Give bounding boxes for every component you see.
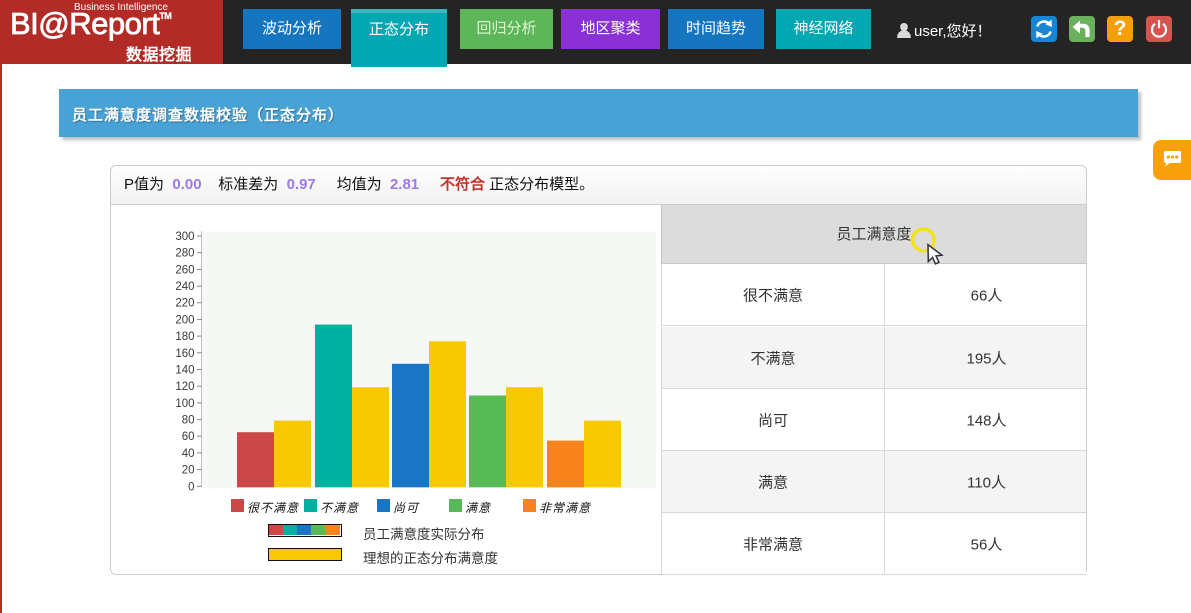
svg-text:220: 220 (175, 298, 194, 310)
svg-text:180: 180 (175, 331, 194, 343)
svg-text:0: 0 (188, 481, 194, 493)
svg-text:100: 100 (175, 398, 194, 410)
svg-text:200: 200 (175, 314, 194, 326)
svg-text:260: 260 (175, 264, 194, 276)
svg-text:120: 120 (175, 381, 194, 393)
svg-text:280: 280 (175, 248, 194, 260)
svg-text:80: 80 (182, 415, 195, 427)
svg-text:300: 300 (175, 231, 194, 243)
svg-text:140: 140 (175, 365, 194, 377)
svg-text:160: 160 (175, 348, 194, 360)
svg-text:60: 60 (182, 431, 195, 443)
svg-text:20: 20 (182, 465, 195, 477)
svg-text:40: 40 (182, 448, 195, 460)
svg-text:240: 240 (175, 281, 194, 293)
